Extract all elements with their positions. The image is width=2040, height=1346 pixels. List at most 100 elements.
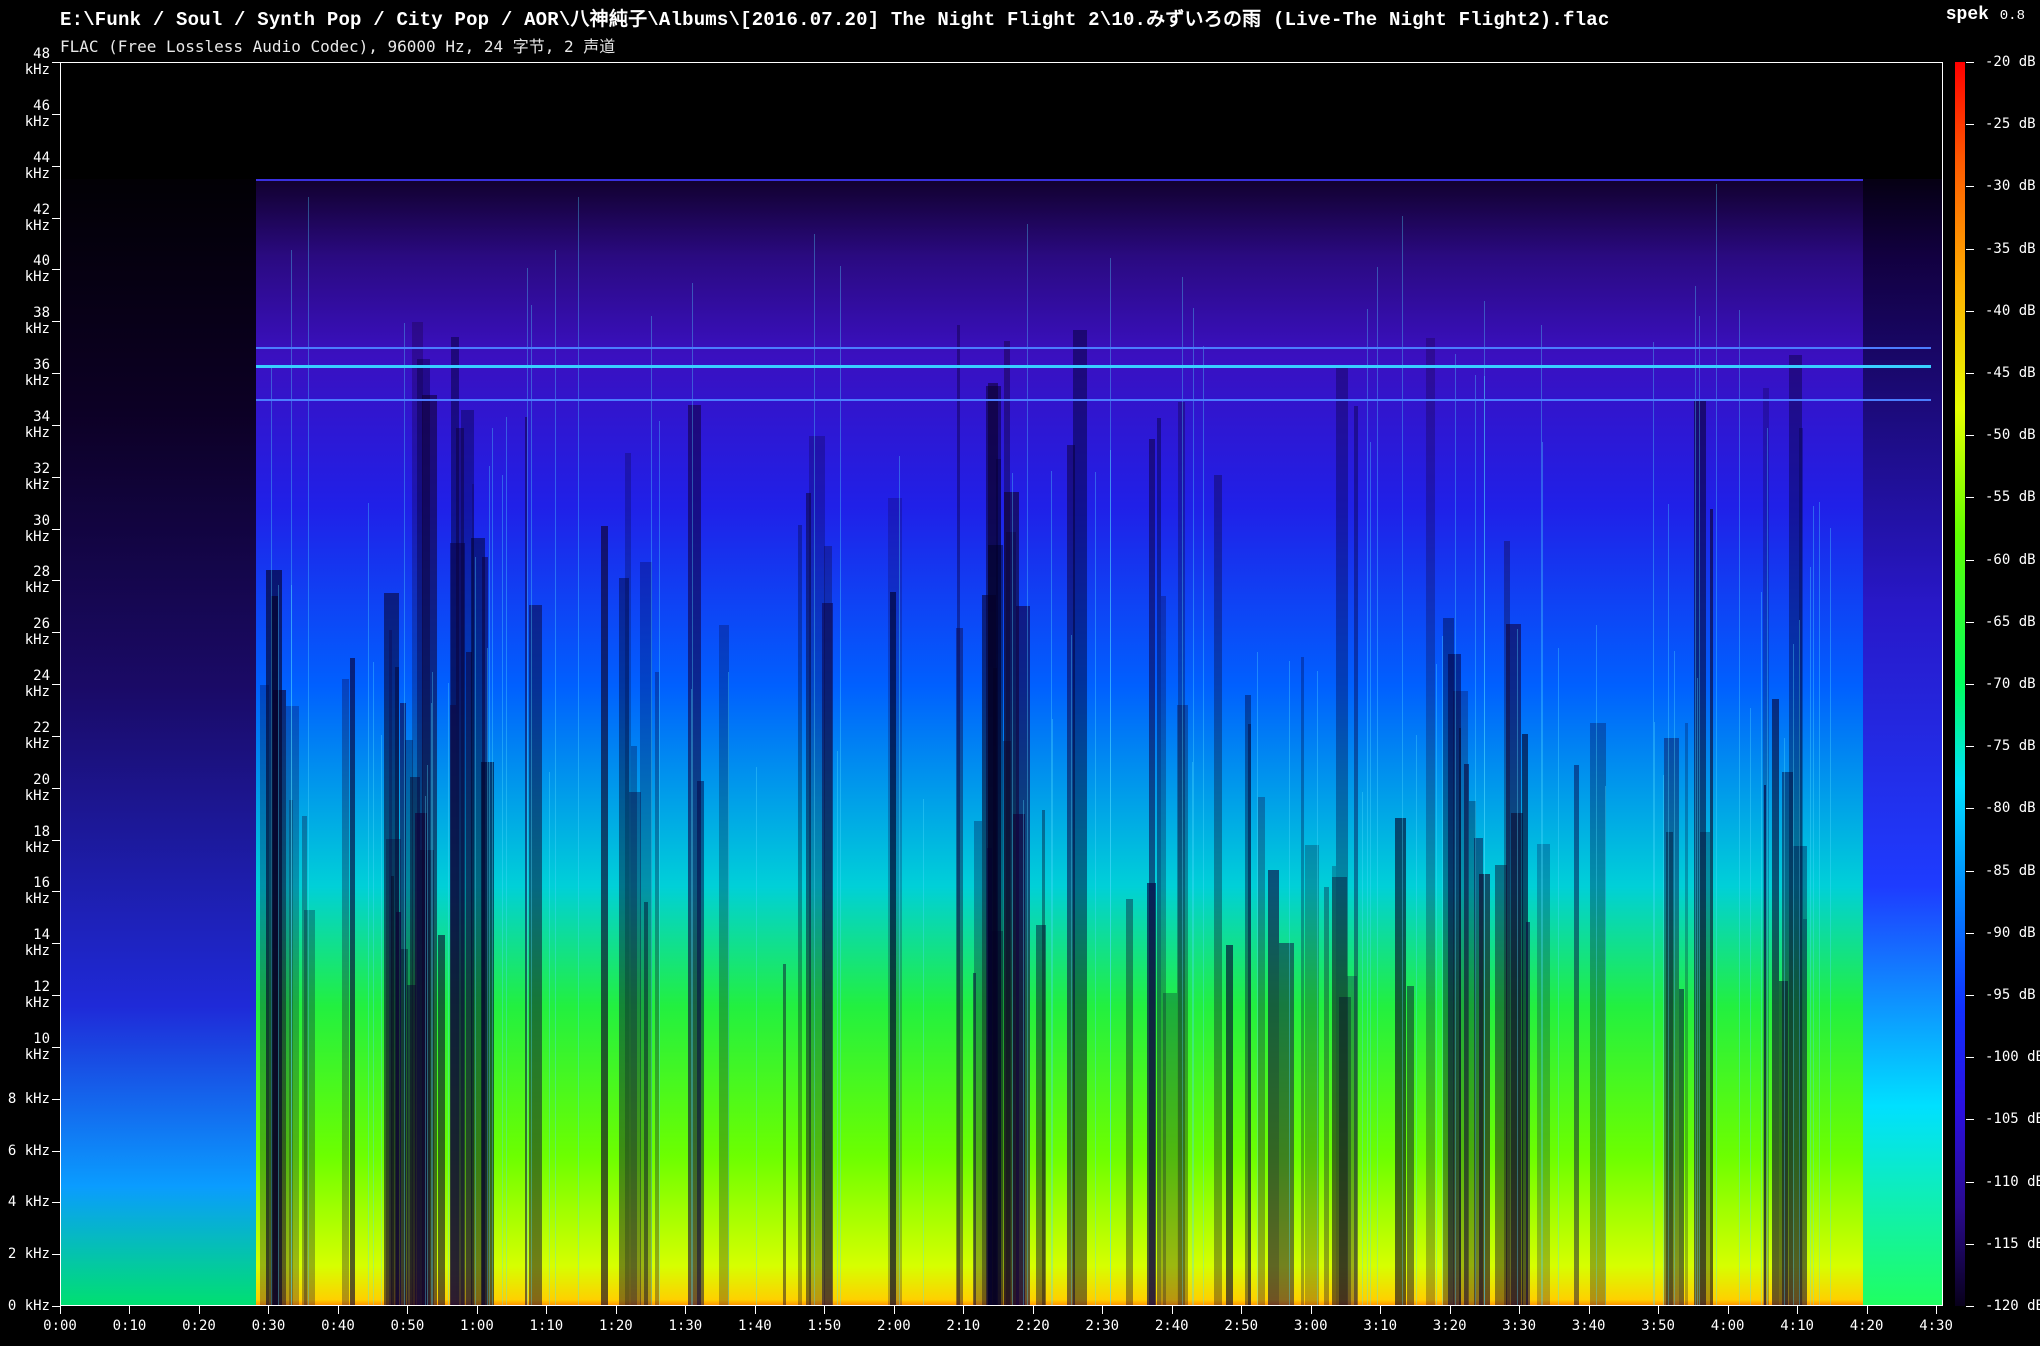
transient-line xyxy=(691,688,693,1306)
time-tick xyxy=(337,1306,339,1314)
transient-line xyxy=(836,751,838,1306)
cutoff-line xyxy=(256,178,1863,181)
spectrogram-plot[interactable] xyxy=(60,62,1943,1306)
time-tick xyxy=(963,1306,965,1314)
decibel-tick xyxy=(1966,1243,1974,1245)
time-tick-label: 4:00 xyxy=(1710,1318,1745,1334)
frequency-tick-label: 6 kHz xyxy=(7,1142,50,1159)
time-tick xyxy=(268,1306,270,1314)
spectral-stripe xyxy=(1537,844,1550,1306)
transient-line xyxy=(1202,345,1204,1306)
decibel-tick-label: -95 dB xyxy=(1985,987,2036,1003)
time-tick xyxy=(824,1306,826,1314)
decibel-tick-label: -80 dB xyxy=(1985,800,2036,817)
spectral-stripe xyxy=(1458,727,1462,1306)
decibel-tick xyxy=(1966,1181,1974,1183)
time-tick xyxy=(1449,1306,1451,1314)
frequency-tick-label: 0 kHz xyxy=(7,1298,50,1314)
decibel-tick-label: -20 dB xyxy=(1985,54,2036,70)
time-tick xyxy=(1519,1306,1521,1314)
decibel-tick xyxy=(1966,1057,1974,1059)
transient-line xyxy=(1052,719,1054,1306)
quiet-intro-region xyxy=(60,62,256,1306)
frequency-tick xyxy=(52,632,60,634)
transient-line xyxy=(1696,677,1698,1306)
transient-line xyxy=(814,233,816,1306)
decibel-tick xyxy=(1966,684,1974,685)
spectrogram-texture xyxy=(60,62,1943,1306)
time-tick-label: 1:30 xyxy=(668,1318,703,1334)
time-tick xyxy=(1380,1306,1382,1314)
transient-line xyxy=(1110,449,1112,1306)
transient-line xyxy=(1829,528,1831,1306)
frequency-tick xyxy=(52,217,60,219)
decibel-tick xyxy=(1966,621,1974,623)
time-tick-label: 4:30 xyxy=(1919,1318,1953,1334)
decibel-tick-label: -50 dB xyxy=(1985,427,2036,444)
frequency-tick xyxy=(52,269,60,271)
time-tick-label: 1:50 xyxy=(807,1318,842,1334)
transient-line xyxy=(447,682,449,1306)
time-tick-label: 0:50 xyxy=(390,1318,425,1334)
spectral-stripe xyxy=(600,525,609,1306)
decibel-tick-label: -40 dB xyxy=(1985,302,2036,319)
transient-line xyxy=(1416,735,1418,1306)
transient-line xyxy=(278,584,280,1306)
frequency-tick xyxy=(52,1098,60,1100)
frequency-tick-label: 24 kHz xyxy=(24,668,50,700)
decibel-tick xyxy=(1966,559,1974,561)
transient-line xyxy=(1673,650,1675,1306)
decibel-tick xyxy=(1966,808,1974,810)
transient-line xyxy=(1761,591,1763,1306)
transient-line xyxy=(427,764,429,1306)
spectral-stripe xyxy=(1214,474,1223,1306)
spectral-stripe xyxy=(421,395,437,1306)
spectral-stripe xyxy=(1245,694,1251,1306)
app-version: 0.8 xyxy=(1999,8,2025,24)
transient-line xyxy=(404,323,406,1306)
spectral-stripe xyxy=(341,679,350,1306)
spectral-stripe xyxy=(697,781,704,1306)
time-tick xyxy=(1797,1306,1799,1314)
decibel-tick-label: -110 dB xyxy=(1985,1173,2040,1190)
time-tick-label: 2:50 xyxy=(1224,1318,1259,1334)
spectral-stripe xyxy=(1685,722,1689,1306)
transient-line xyxy=(492,428,494,1306)
time-tick-label: 1:40 xyxy=(737,1318,772,1334)
time-tick-label: 3:20 xyxy=(1432,1318,1467,1334)
frequency-tick xyxy=(52,62,60,63)
transient-line xyxy=(1813,505,1815,1306)
decibel-tick xyxy=(1966,435,1974,437)
app-name-label: spek 0.8 xyxy=(1946,5,2025,25)
decibel-tick xyxy=(1966,373,1974,374)
transient-line xyxy=(1484,300,1486,1306)
decibel-tick-label: -45 dB xyxy=(1985,365,2036,381)
audio-format-info: FLAC (Free Lossless Audio Codec), 96000 … xyxy=(60,37,616,56)
spectral-stripe xyxy=(1802,918,1808,1306)
time-tick xyxy=(1102,1306,1104,1314)
app-name: spek xyxy=(1945,5,1989,25)
frequency-tick-label: 36 kHz xyxy=(24,357,50,389)
frequency-tick xyxy=(52,839,60,841)
time-tick-label: 3:00 xyxy=(1293,1318,1328,1334)
transient-line xyxy=(899,456,901,1306)
transient-line xyxy=(1362,792,1364,1306)
frequency-tick-label: 18 kHz xyxy=(24,823,50,856)
transient-line xyxy=(380,734,382,1306)
time-tick xyxy=(1866,1306,1868,1314)
time-tick-label: 3:40 xyxy=(1571,1318,1606,1334)
time-tick-label: 0:00 xyxy=(43,1318,77,1334)
decibel-tick xyxy=(1966,995,1974,996)
frequency-tick xyxy=(52,528,60,530)
frequency-tick-label: 40 kHz xyxy=(24,253,50,286)
frequency-tick-label: 20 kHz xyxy=(24,771,50,804)
decibel-tick-label: -55 dB xyxy=(1985,489,2036,506)
frequency-tick-label: 26 kHz xyxy=(24,616,50,649)
spectral-stripe xyxy=(643,902,649,1306)
transient-line xyxy=(1541,441,1543,1306)
frequency-tick xyxy=(52,580,60,582)
frequency-tick xyxy=(52,735,60,737)
spectral-stripe xyxy=(1225,945,1234,1306)
time-tick xyxy=(1588,1306,1590,1314)
transient-line xyxy=(1819,501,1821,1306)
